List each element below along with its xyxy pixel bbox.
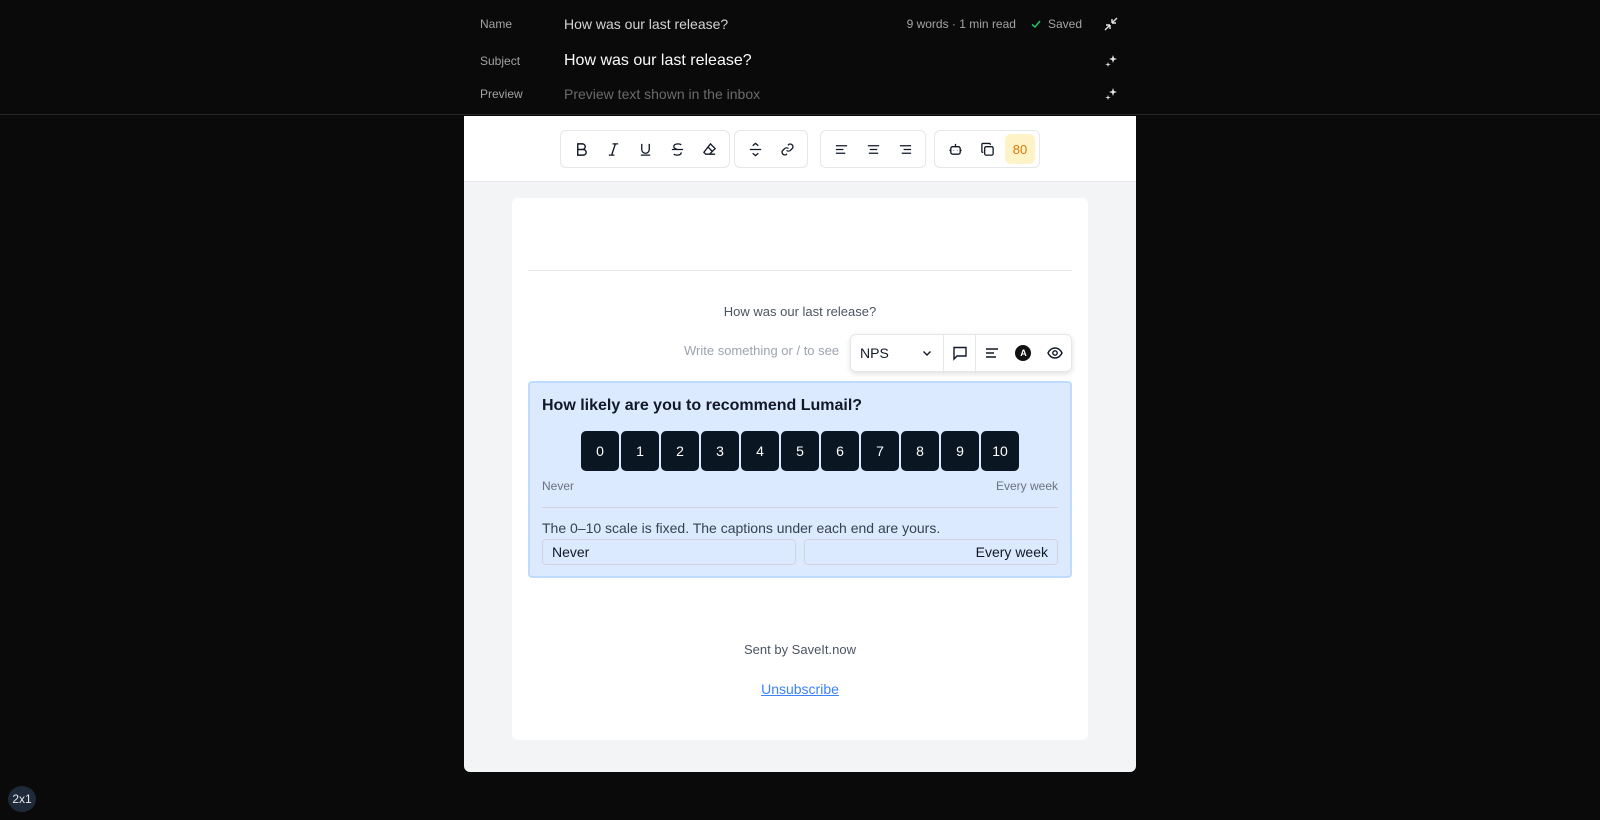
zoom-indicator[interactable]: 2x1 <box>8 786 36 812</box>
align-group <box>820 130 926 168</box>
strikethrough-button[interactable] <box>661 134 693 164</box>
saved-label: Saved <box>1047 17 1082 31</box>
nps-divider <box>542 507 1058 508</box>
nps-score-9[interactable]: 9 <box>941 431 979 471</box>
italic-icon <box>608 142 618 156</box>
nps-score-4[interactable]: 4 <box>741 431 779 471</box>
link-button[interactable] <box>771 134 803 164</box>
text-style-group <box>560 130 730 168</box>
separator-icon <box>749 142 761 156</box>
chevron-down-icon <box>923 351 932 356</box>
name-row: Name How was our last release? 9 words ·… <box>480 14 1120 34</box>
align-center-button[interactable] <box>857 134 889 164</box>
italic-button[interactable] <box>597 134 629 164</box>
underline-icon <box>640 143 650 156</box>
nps-score-6[interactable]: 6 <box>821 431 859 471</box>
email-header: Name How was our last release? 9 words ·… <box>0 0 1600 115</box>
nps-block[interactable]: How likely are you to recommend Lumail? … <box>528 381 1072 578</box>
nps-caption-high: Every week <box>995 479 1058 493</box>
font-button[interactable]: A <box>1008 335 1040 371</box>
tools-group: 80 <box>934 130 1040 168</box>
preview-row: Preview Preview text shown in the inbox <box>480 84 1120 104</box>
align-left-icon <box>835 144 847 154</box>
ai-assistant-button[interactable] <box>939 134 971 164</box>
nps-score-3[interactable]: 3 <box>701 431 739 471</box>
align-left-button[interactable] <box>825 134 857 164</box>
nps-score-7[interactable]: 7 <box>861 431 899 471</box>
caption-low-input[interactable] <box>542 539 796 565</box>
duplicate-button[interactable] <box>971 134 1003 164</box>
nps-score-10[interactable]: 10 <box>981 431 1019 471</box>
nps-score-0[interactable]: 0 <box>581 431 619 471</box>
nps-question[interactable]: How likely are you to recommend Lumail? <box>542 397 862 415</box>
saved-status: Saved <box>1030 17 1082 31</box>
eraser-icon <box>702 142 716 155</box>
eye-icon <box>1047 347 1063 359</box>
nps-score-8[interactable]: 8 <box>901 431 939 471</box>
copy-icon <box>980 142 994 156</box>
format-toolbar: 80 <box>464 116 1136 182</box>
subject-row: Subject How was our last release? <box>480 50 1120 72</box>
score-badge[interactable]: 80 <box>1005 134 1035 164</box>
strikethrough-icon <box>671 142 683 156</box>
check-icon <box>1031 20 1041 29</box>
nps-score-2[interactable]: 2 <box>661 431 699 471</box>
comment-button[interactable] <box>944 335 976 371</box>
sparkles-icon[interactable] <box>1102 85 1120 103</box>
font-a-icon: A <box>1015 345 1032 361</box>
collapse-icon[interactable] <box>1102 15 1120 33</box>
align-right-button[interactable] <box>889 134 921 164</box>
email-canvas: How was our last release? Write somethin… <box>512 198 1088 740</box>
unsubscribe-link[interactable]: Unsubscribe <box>512 681 1088 697</box>
link-icon <box>780 142 794 156</box>
email-title[interactable]: How was our last release? <box>512 304 1088 319</box>
subject-label: Subject <box>480 54 521 68</box>
block-type-select[interactable]: NPS <box>851 335 945 371</box>
nps-score-1[interactable]: 1 <box>621 431 659 471</box>
sparkles-icon[interactable] <box>1102 52 1120 70</box>
caption-high-input[interactable] <box>804 539 1058 565</box>
align-left-icon <box>985 348 998 358</box>
editor-placeholder[interactable]: Write something or / to see <box>684 343 839 358</box>
bot-icon <box>948 143 962 155</box>
nps-caption-low: Never <box>542 479 575 493</box>
nps-help-text: The 0–10 scale is fixed. The captions un… <box>542 520 941 536</box>
name-label: Name <box>480 17 513 31</box>
preview-input[interactable]: Preview text shown in the inbox <box>564 86 1102 102</box>
clear-format-button[interactable] <box>693 134 725 164</box>
subject-input[interactable]: How was our last release? <box>564 52 1102 70</box>
footer-sent-by: Sent by SaveIt.now <box>743 642 856 657</box>
nps-scale: 0 1 2 3 4 5 6 7 8 9 10 <box>581 431 1019 471</box>
nps-score-5[interactable]: 5 <box>781 431 819 471</box>
align-center-icon <box>867 144 879 154</box>
bold-button[interactable] <box>565 134 597 164</box>
word-count: 9 words · 1 min read <box>906 17 1016 31</box>
insert-group <box>734 130 808 168</box>
message-square-icon <box>952 346 967 361</box>
block-type-label: NPS <box>860 345 889 361</box>
header-divider <box>528 270 1072 271</box>
editor-panel: 80 How was our last release? Write somet… <box>464 116 1136 772</box>
divider-button[interactable] <box>739 134 771 164</box>
name-input[interactable]: How was our last release? <box>564 16 907 32</box>
block-toolbar: NPS A <box>850 334 1072 372</box>
align-right-icon <box>899 144 911 154</box>
bold-icon <box>576 142 587 156</box>
underline-button[interactable] <box>629 134 661 164</box>
preview-button[interactable] <box>1039 335 1071 371</box>
preview-label: Preview <box>480 87 523 101</box>
text-align-button[interactable] <box>976 335 1008 371</box>
